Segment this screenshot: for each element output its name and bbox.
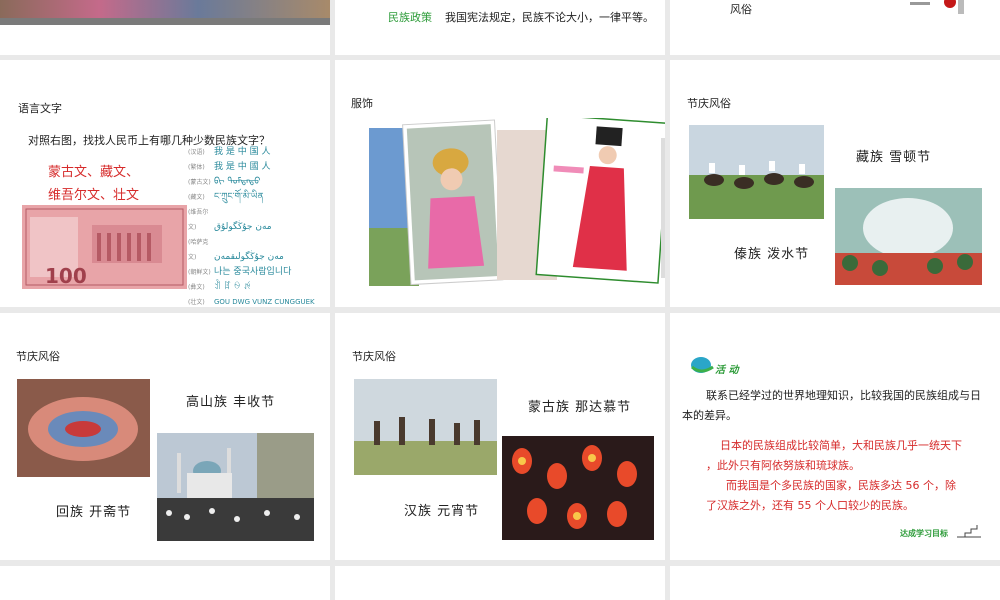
answer-china-1: 而我国是个多民族的国家，民族多达 56 个，除 bbox=[726, 479, 956, 492]
script-row: (彝文) ꀉ ꍏ ꍈ ꉌ bbox=[188, 282, 251, 292]
caption-hui-festival: 回族 开斋节 bbox=[56, 505, 132, 520]
activity-label: 活 动 bbox=[715, 365, 739, 376]
slide-title: 节庆风俗 bbox=[352, 350, 396, 363]
lantern-photo bbox=[502, 436, 654, 540]
answer-japan-2: ，此外只有阿依努族和琉球族。 bbox=[706, 459, 860, 472]
activity-icon bbox=[691, 357, 714, 373]
script-row: (藏文) ང་ཀྲུང་གོ་མི་ཡིན bbox=[188, 192, 264, 202]
slide-title: 节庆风俗 bbox=[16, 350, 60, 363]
script-row: (壮文) GOU DWG VUNZ CUNGGUEK bbox=[188, 298, 315, 306]
activity-text-1: 联系已经学过的世界地理知识，比较我国的民族组成与日 bbox=[706, 389, 981, 402]
script-row: (哈萨克文) مەن جۇڭگولىقمەن bbox=[188, 239, 284, 262]
caption-mongol-festival: 蒙古族 那达慕节 bbox=[528, 400, 632, 415]
banknote-value: 100 bbox=[45, 264, 87, 288]
mosque-photo bbox=[157, 433, 314, 541]
slide-8[interactable]: 节庆风俗 蒙古族 那达慕节 汉族 元宵节 bbox=[335, 313, 665, 560]
caption-dai-festival: 傣族 泼水节 bbox=[734, 247, 810, 262]
figure-icon bbox=[910, 0, 964, 14]
caption-han-festival: 汉族 元宵节 bbox=[404, 504, 480, 519]
slide-9[interactable]: 活 动 联系已经学过的世界地理知识，比较我国的民族组成与日 本的差异。 日本的民… bbox=[670, 313, 1000, 560]
answer-japan-1: 日本的民族组成比较简单，大和民族几乎一统天下 bbox=[720, 439, 962, 452]
horse-festival-photo bbox=[689, 125, 824, 219]
script-row: (朝鲜文) 나는 중국사람입니다 bbox=[188, 267, 292, 277]
slide-2[interactable]: 民族政策 我国宪法规定，民族不论大小，一律平等。 bbox=[335, 0, 665, 55]
slide-4[interactable]: 语言文字 对照右图，找找人民币上有哪几种少数民族文字？ 蒙古文、藏文、 维吾尔文… bbox=[0, 60, 330, 307]
caption-zang-festival: 藏族 雪顿节 bbox=[856, 150, 932, 165]
stairs-icon bbox=[957, 525, 981, 538]
script-row: (汉语) 我 是 中 国 人 bbox=[188, 147, 271, 157]
slide-title: 语言文字 bbox=[18, 102, 62, 115]
slide-11[interactable] bbox=[335, 566, 665, 600]
slide-10[interactable] bbox=[0, 566, 330, 600]
script-row: (蒙古文) ᠪᠢ ᠳᠤᠮᠳᠠᠳᠤ bbox=[188, 177, 261, 187]
activity-text-2: 本的差异。 bbox=[682, 409, 737, 422]
answer-line-1: 蒙古文、藏文、 bbox=[48, 165, 140, 180]
slide-5[interactable]: 服饰 bbox=[335, 60, 665, 307]
caption-gaoshan-festival: 高山族 丰收节 bbox=[186, 395, 276, 410]
slide-6[interactable]: 节庆风俗 藏族 雪顿节 傣族 泼水节 bbox=[670, 60, 1000, 307]
answer-line-2: 维吾尔文、壮文 bbox=[48, 188, 140, 203]
slide-12[interactable] bbox=[670, 566, 1000, 600]
naadam-photo bbox=[354, 379, 497, 475]
script-row: (繁体) 我 是 中 國 人 bbox=[188, 162, 271, 172]
water-festival-photo bbox=[835, 188, 982, 285]
policy-text: 我国宪法规定，民族不论大小，一律平等。 bbox=[445, 11, 654, 24]
slide-3[interactable]: 风俗 bbox=[670, 0, 1000, 55]
answer-china-2: 了汉族之外，还有 55 个人口较少的民族。 bbox=[706, 499, 914, 512]
harvest-dance-photo bbox=[17, 379, 150, 477]
script-chart: (汉语) 我 是 中 国 人 (繁体) 我 是 中 國 人 (蒙古文) ᠪᠢ ᠳᠤᠮᠳ… bbox=[188, 145, 326, 306]
slide-title: 节庆风俗 bbox=[687, 97, 731, 110]
script-row: (维吾尔文) مەن جۇڭگولۇق bbox=[188, 209, 272, 232]
slide-title: 服饰 bbox=[351, 97, 373, 110]
policy-label: 民族政策 bbox=[388, 11, 432, 24]
costume-photos bbox=[369, 118, 665, 286]
footer-goal-link[interactable]: 达成学习目标 bbox=[900, 528, 948, 539]
slide-1[interactable] bbox=[0, 0, 330, 55]
slide-title: 风俗 bbox=[730, 3, 752, 16]
slide-7[interactable]: 节庆风俗 高山族 丰收节 回族 开斋节 bbox=[0, 313, 330, 560]
crowd-photo bbox=[0, 0, 330, 25]
